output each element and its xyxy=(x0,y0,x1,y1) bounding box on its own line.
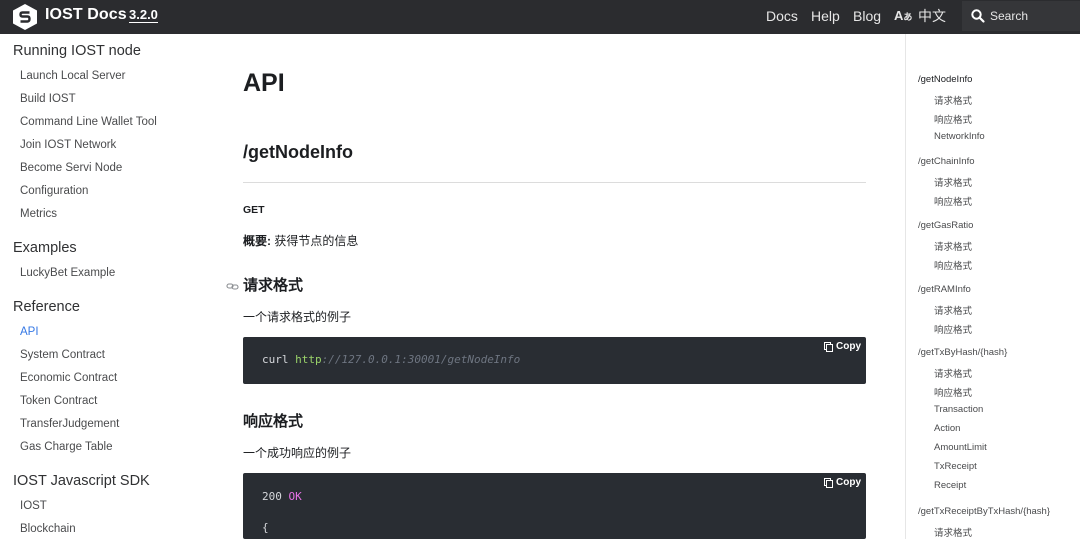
sidebar-item-system-contract[interactable]: System Contract xyxy=(20,349,105,361)
toc-subitem[interactable]: 响应格式 xyxy=(934,385,972,399)
toc-subitem[interactable]: 请求格式 xyxy=(934,303,972,317)
sidebar-item-api[interactable]: API xyxy=(20,326,39,338)
section-divider xyxy=(243,182,866,183)
sidebar-item-launch-local-server[interactable]: Launch Local Server xyxy=(20,70,125,82)
request-format-desc: 一个请求格式的例子 xyxy=(243,310,352,324)
toc-item-getnodeinfo[interactable]: /getNodeInfo xyxy=(918,74,972,85)
sidebar-item-economic-contract[interactable]: Economic Contract xyxy=(20,372,117,384)
table-of-contents: /getNodeInfo 请求格式 响应格式 NetworkInfo /getC… xyxy=(905,34,1080,539)
copy-icon xyxy=(824,341,833,352)
code-status-text: OK xyxy=(288,490,302,503)
docs-sidebar: Running IOST node Launch Local Server Bu… xyxy=(0,34,200,539)
toc-subitem[interactable]: 请求格式 xyxy=(934,239,972,253)
endpoint-summary: 概要: 获得节点的信息 xyxy=(243,232,358,249)
top-navbar: IOST Docs 3.2.0 Docs Help Blog Aあ 中文 xyxy=(0,0,1080,34)
sidebar-item-command-line-wallet[interactable]: Command Line Wallet Tool xyxy=(20,116,157,128)
copy-icon xyxy=(824,477,833,488)
sidebar-item-blockchain[interactable]: Blockchain xyxy=(20,523,76,535)
summary-label: 概要: xyxy=(243,234,271,248)
copy-label: Copy xyxy=(836,341,861,352)
toc-item-getgasratio[interactable]: /getGasRatio xyxy=(918,220,973,231)
nav-blog-link[interactable]: Blog xyxy=(853,8,881,24)
sidebar-section-title: IOST Javascript SDK xyxy=(13,473,150,489)
sidebar-item-iost[interactable]: IOST xyxy=(20,500,47,512)
code-command: curl xyxy=(262,353,289,366)
response-brace: { xyxy=(262,521,269,534)
toc-item-gettxreceiptbytxhash[interactable]: /getTxReceiptByTxHash/{hash} xyxy=(918,506,1050,517)
sidebar-item-gas-charge-table[interactable]: Gas Charge Table xyxy=(20,441,112,453)
toc-subitem[interactable]: 请求格式 xyxy=(934,366,972,380)
toc-subitem[interactable]: 响应格式 xyxy=(934,112,972,126)
toc-subitem[interactable]: 响应格式 xyxy=(934,322,972,336)
sidebar-section-title: Running IOST node xyxy=(13,43,141,59)
endpoint-heading: /getNodeInfo xyxy=(243,142,353,162)
response-format-heading: 响应格式 xyxy=(243,413,304,430)
search-box[interactable] xyxy=(962,1,1080,31)
translate-icon[interactable]: Aあ xyxy=(894,8,912,23)
site-brand[interactable]: IOST Docs xyxy=(45,6,127,24)
toc-subitem[interactable]: 响应格式 xyxy=(934,194,972,208)
toc-subitem[interactable]: Action xyxy=(934,423,960,434)
code-scheme: http xyxy=(295,353,322,366)
toc-subitem[interactable]: TxReceipt xyxy=(934,461,977,472)
http-method: GET xyxy=(243,204,265,216)
copy-label: Copy xyxy=(836,477,861,488)
search-icon xyxy=(971,9,985,23)
sidebar-section-title: Examples xyxy=(13,240,77,256)
copy-button[interactable]: Copy xyxy=(824,341,861,352)
response-code-block: Copy 200 OK { xyxy=(243,473,866,539)
code-url: ://127.0.0.1:30001/getNodeInfo xyxy=(321,353,521,366)
sidebar-item-configuration[interactable]: Configuration xyxy=(20,185,88,197)
search-input[interactable] xyxy=(990,7,1076,25)
sidebar-item-metrics[interactable]: Metrics xyxy=(20,208,57,220)
toc-subitem[interactable]: Transaction xyxy=(934,404,983,415)
response-format-desc: 一个成功响应的例子 xyxy=(243,446,352,460)
toc-subitem[interactable]: Receipt xyxy=(934,480,966,491)
code-status: 200 xyxy=(262,490,282,503)
response-status-line: 200 OK xyxy=(262,490,302,503)
nav-help-link[interactable]: Help xyxy=(811,8,840,24)
sidebar-item-servi-node[interactable]: Become Servi Node xyxy=(20,162,122,174)
request-format-heading: 请求格式 xyxy=(243,277,304,294)
toc-subitem[interactable]: 请求格式 xyxy=(934,525,972,539)
summary-text: 获得节点的信息 xyxy=(274,234,359,248)
request-code-block: Copy curl http://127.0.0.1:30001/getNode… xyxy=(243,337,866,384)
iost-logo-icon[interactable] xyxy=(12,3,38,31)
toc-subitem[interactable]: AmountLimit xyxy=(934,442,987,453)
sidebar-item-token-contract[interactable]: Token Contract xyxy=(20,395,97,407)
toc-item-gettxbyhash[interactable]: /getTxByHash/{hash} xyxy=(918,347,1007,358)
nav-docs-link[interactable]: Docs xyxy=(766,8,798,24)
toc-subitem[interactable]: 请求格式 xyxy=(934,175,972,189)
sidebar-item-transfer-judgement[interactable]: TransferJudgement xyxy=(20,418,119,430)
request-code: curl http://127.0.0.1:30001/getNodeInfo xyxy=(262,353,520,366)
sidebar-item-luckybet[interactable]: LuckyBet Example xyxy=(20,267,115,279)
copy-button[interactable]: Copy xyxy=(824,477,861,488)
language-switch[interactable]: 中文 xyxy=(918,6,946,26)
toc-subitem[interactable]: 响应格式 xyxy=(934,258,972,272)
toc-item-getraminfo[interactable]: /getRAMInfo xyxy=(918,284,971,295)
version-link[interactable]: 3.2.0 xyxy=(129,7,158,23)
page-title: API xyxy=(243,69,285,97)
toc-subitem[interactable]: 请求格式 xyxy=(934,93,972,107)
sidebar-section-title: Reference xyxy=(13,299,80,315)
link-anchor-icon[interactable] xyxy=(226,280,239,293)
sidebar-item-build-iost[interactable]: Build IOST xyxy=(20,93,76,105)
toc-subitem[interactable]: NetworkInfo xyxy=(934,131,985,142)
toc-item-getchaininfo[interactable]: /getChainInfo xyxy=(918,156,975,167)
sidebar-item-join-network[interactable]: Join IOST Network xyxy=(20,139,116,151)
